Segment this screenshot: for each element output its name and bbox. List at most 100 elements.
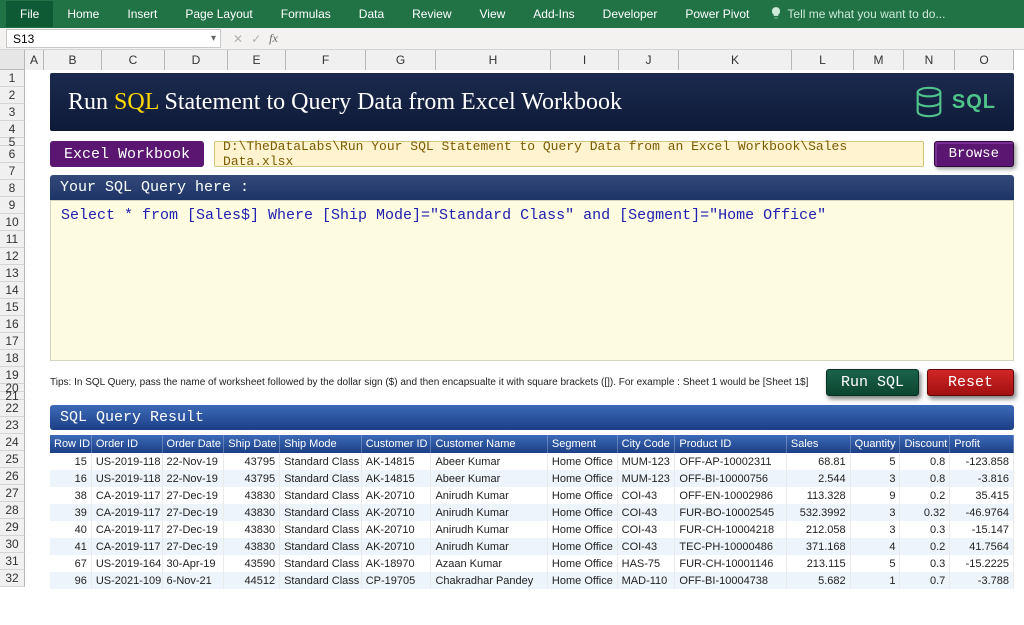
- select-all-corner[interactable]: [0, 50, 25, 70]
- chevron-down-icon[interactable]: ▾: [207, 33, 220, 44]
- row-header[interactable]: 23: [0, 417, 25, 434]
- row-header[interactable]: 17: [0, 333, 25, 350]
- row-header[interactable]: 2: [0, 87, 25, 104]
- table-header[interactable]: Customer ID: [362, 435, 432, 453]
- row-header[interactable]: 1: [0, 70, 25, 87]
- table-row[interactable]: 15US-2019-11822-Nov-1943795Standard Clas…: [50, 453, 1014, 470]
- column-header-N[interactable]: N: [904, 50, 955, 70]
- row-header[interactable]: 24: [0, 434, 25, 451]
- ribbon-tab-power-pivot[interactable]: Power Pivot: [671, 1, 763, 27]
- table-header[interactable]: Segment: [548, 435, 618, 453]
- fx-icon[interactable]: fx: [269, 31, 278, 46]
- row-header[interactable]: 3: [0, 104, 25, 121]
- table-row[interactable]: 39CA-2019-11727-Dec-1943830Standard Clas…: [50, 504, 1014, 521]
- table-cell: AK-20710: [362, 538, 432, 555]
- row-header[interactable]: 27: [0, 485, 25, 502]
- row-header[interactable]: 22: [0, 400, 25, 417]
- ribbon-tab-data[interactable]: Data: [345, 1, 398, 27]
- table-row[interactable]: 40CA-2019-11727-Dec-1943830Standard Clas…: [50, 521, 1014, 538]
- table-row[interactable]: 67US-2019-16430-Apr-1943590Standard Clas…: [50, 555, 1014, 572]
- table-row[interactable]: 96US-2021-1096-Nov-2144512Standard Class…: [50, 572, 1014, 589]
- ribbon-tab-formulas[interactable]: Formulas: [267, 1, 345, 27]
- row-header[interactable]: 10: [0, 214, 25, 231]
- table-cell: 39: [50, 504, 92, 521]
- row-header[interactable]: 5: [0, 138, 25, 146]
- table-header[interactable]: Ship Date: [224, 435, 280, 453]
- row-header[interactable]: 32: [0, 570, 25, 587]
- row-header[interactable]: 15: [0, 299, 25, 316]
- row-header[interactable]: 16: [0, 316, 25, 333]
- row-header[interactable]: 28: [0, 502, 25, 519]
- row-header[interactable]: 30: [0, 536, 25, 553]
- row-header[interactable]: 26: [0, 468, 25, 485]
- name-box[interactable]: ▾: [6, 29, 221, 48]
- table-header[interactable]: Quantity: [851, 435, 901, 453]
- run-sql-button[interactable]: Run SQL: [826, 369, 919, 396]
- ribbon-tab-add-ins[interactable]: Add-Ins: [519, 1, 588, 27]
- table-cell: US-2021-109: [92, 572, 163, 589]
- table-header[interactable]: Product ID: [675, 435, 787, 453]
- workbook-path[interactable]: D:\TheDataLabs\Run Your SQL Statement to…: [214, 141, 924, 167]
- sql-query-input[interactable]: Select * from [Sales$] Where [Ship Mode]…: [50, 200, 1014, 361]
- row-header[interactable]: 25: [0, 451, 25, 468]
- column-header-G[interactable]: G: [366, 50, 436, 70]
- tell-me-search[interactable]: Tell me what you want to do...: [769, 6, 945, 23]
- row-header[interactable]: 8: [0, 180, 25, 197]
- table-header[interactable]: Sales: [787, 435, 851, 453]
- column-header-D[interactable]: D: [165, 50, 228, 70]
- column-header-F[interactable]: F: [286, 50, 366, 70]
- row-header[interactable]: 12: [0, 248, 25, 265]
- column-header-E[interactable]: E: [228, 50, 286, 70]
- ribbon-tab-home[interactable]: Home: [53, 1, 113, 27]
- table-cell: 68.81: [787, 453, 851, 470]
- row-header[interactable]: 11: [0, 231, 25, 248]
- row-header[interactable]: 14: [0, 282, 25, 299]
- table-header[interactable]: Discount: [900, 435, 950, 453]
- formula-input[interactable]: [286, 32, 1024, 46]
- row-header[interactable]: 29: [0, 519, 25, 536]
- column-header-K[interactable]: K: [679, 50, 792, 70]
- column-header-L[interactable]: L: [792, 50, 854, 70]
- row-header[interactable]: 18: [0, 350, 25, 367]
- column-header-A[interactable]: A: [25, 50, 44, 70]
- table-header[interactable]: Row ID: [50, 435, 92, 453]
- table-cell: AK-20710: [362, 487, 432, 504]
- row-header[interactable]: 7: [0, 163, 25, 180]
- row-header[interactable]: 9: [0, 197, 25, 214]
- worksheet-body: Run SQL Statement to Query Data from Exc…: [25, 70, 1024, 587]
- table-row[interactable]: 41CA-2019-11727-Dec-1943830Standard Clas…: [50, 538, 1014, 555]
- column-header-H[interactable]: H: [436, 50, 551, 70]
- ribbon-tab-developer[interactable]: Developer: [589, 1, 672, 27]
- table-header[interactable]: City Code: [618, 435, 676, 453]
- table-cell: Home Office: [548, 555, 618, 572]
- column-header-O[interactable]: O: [955, 50, 1014, 70]
- table-cell: 2.544: [787, 470, 851, 487]
- table-cell: Standard Class: [280, 453, 362, 470]
- ribbon-tab-page-layout[interactable]: Page Layout: [171, 1, 266, 27]
- table-header[interactable]: Order ID: [92, 435, 163, 453]
- ribbon-tab-view[interactable]: View: [466, 1, 520, 27]
- row-header[interactable]: 13: [0, 265, 25, 282]
- table-row[interactable]: 38CA-2019-11727-Dec-1943830Standard Clas…: [50, 487, 1014, 504]
- ribbon-tab-file[interactable]: File: [6, 1, 53, 27]
- row-header[interactable]: 6: [0, 146, 25, 163]
- ribbon-tab-insert[interactable]: Insert: [113, 1, 171, 27]
- column-header-I[interactable]: I: [551, 50, 619, 70]
- browse-button[interactable]: Browse: [934, 141, 1014, 167]
- column-header-C[interactable]: C: [102, 50, 165, 70]
- row-header[interactable]: 21: [0, 392, 25, 400]
- column-header-J[interactable]: J: [619, 50, 679, 70]
- reset-button[interactable]: Reset: [927, 369, 1014, 396]
- table-cell: 1: [851, 572, 901, 589]
- name-box-input[interactable]: [7, 32, 207, 46]
- column-header-B[interactable]: B: [44, 50, 102, 70]
- table-header[interactable]: Customer Name: [431, 435, 547, 453]
- table-header[interactable]: Order Date: [163, 435, 225, 453]
- row-header[interactable]: 31: [0, 553, 25, 570]
- table-header[interactable]: Profit: [950, 435, 1014, 453]
- ribbon-tab-review[interactable]: Review: [398, 1, 465, 27]
- column-header-M[interactable]: M: [854, 50, 904, 70]
- table-cell: Azaan Kumar: [431, 555, 547, 572]
- table-row[interactable]: 16US-2019-11822-Nov-1943795Standard Clas…: [50, 470, 1014, 487]
- table-header[interactable]: Ship Mode: [280, 435, 362, 453]
